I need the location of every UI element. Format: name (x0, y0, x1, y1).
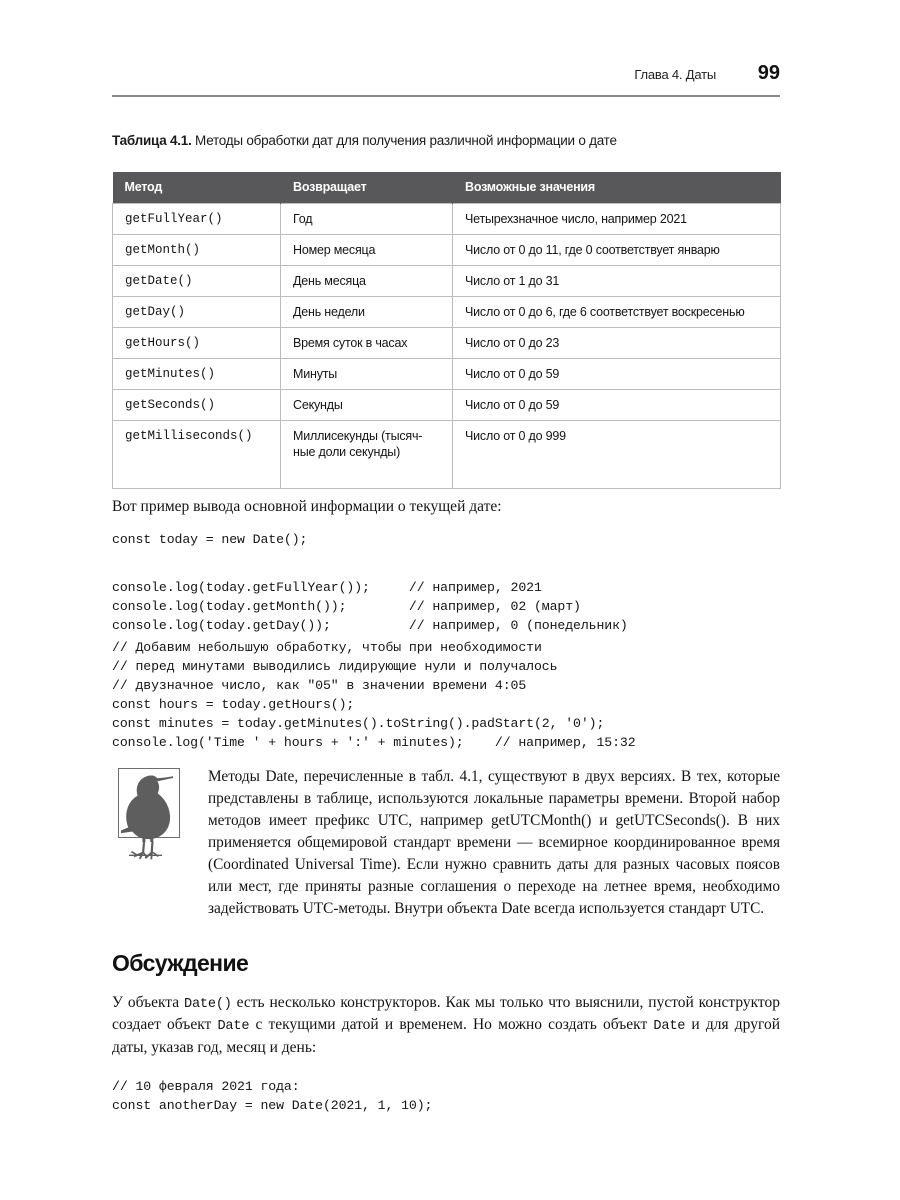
cell-method: getSeconds() (112, 389, 281, 421)
table-row: getSeconds() Секунды Число от 0 до 59 (112, 389, 781, 421)
table-row: getDay() День недели Число от 0 до 6, гд… (112, 296, 781, 328)
cell-returns: Номер месяца (280, 234, 453, 266)
table-header-returns: Возвращает (280, 172, 453, 204)
book-page: Глава 4. Даты 99 Таблица 4.1. Методы обр… (0, 0, 900, 1200)
para-code-3: Date (653, 1019, 686, 1035)
code-block-2: console.log(today.getFullYear()); // нап… (112, 580, 628, 633)
table-row: getHours() Время суток в часах Число от … (112, 327, 781, 359)
table-body: getFullYear() Год Четырехзначное число, … (112, 203, 781, 489)
table-row: getDate() День месяца Число от 1 до 31 (112, 265, 781, 297)
table-row: getFullYear() Год Четырехзначное число, … (112, 203, 781, 235)
cell-method: getDay() (112, 296, 281, 328)
code-block-4: // 10 февраля 2021 года: const anotherDa… (112, 1079, 433, 1113)
cell-method: getMonth() (112, 234, 281, 266)
raven-silhouette-icon (121, 775, 173, 860)
cell-values: Число от 1 до 31 (452, 265, 781, 297)
cell-method: getMinutes() (112, 358, 281, 390)
note-callout: Методы Date, перечисленные в табл. 4.1, … (112, 766, 780, 920)
cell-values: Четырехзначное число, например 2021 (452, 203, 781, 235)
section-paragraph: У объекта Date() есть несколько конструк… (112, 992, 780, 1059)
para-code-1: Date() (184, 997, 232, 1012)
cell-returns: Год (280, 203, 453, 235)
cell-returns: Секунды (280, 389, 453, 421)
table-row: getMilliseconds() Миллисекунды (тысяч- н… (112, 420, 781, 489)
table-header-values: Возможные значения (452, 172, 781, 204)
cell-returns: День месяца (280, 265, 453, 297)
code-block-3: // Добавим небольшую обработку, чтобы пр… (112, 640, 636, 750)
table-head: Метод Возвращает Возможные значения (112, 172, 781, 204)
cell-method: getMilliseconds() (112, 420, 281, 489)
cell-method: getDate() (112, 265, 281, 297)
table-header-method: Метод (112, 172, 281, 204)
cell-values: Число от 0 до 59 (452, 358, 781, 390)
cell-returns: Миллисекунды (тысяч- ные доли секунды) (280, 420, 453, 489)
cell-method: getFullYear() (112, 203, 281, 235)
cell-values: Число от 0 до 23 (452, 327, 781, 359)
para-code-2: Date (217, 1019, 250, 1035)
running-head-chapter: Глава 4. Даты (634, 67, 716, 82)
para-text-3: с текущими датой и временем. Но можно со… (249, 1016, 654, 1034)
code-block-1: const today = new Date(); (112, 532, 308, 547)
note-text: Методы Date, перечисленные в табл. 4.1, … (208, 768, 780, 918)
table-row: getMonth() Номер месяца Число от 0 до 11… (112, 234, 781, 266)
running-head: Глава 4. Даты 99 (112, 62, 780, 85)
cell-returns: Время суток в часах (280, 327, 453, 359)
cell-method: getHours() (112, 327, 281, 359)
cell-values: Число от 0 до 999 (452, 420, 781, 489)
intro-paragraph: Вот пример вывода основной информации о … (112, 498, 502, 515)
table-caption: Таблица 4.1. Методы обработки дат для по… (112, 133, 780, 148)
cell-returns: День недели (280, 296, 453, 328)
table-header-row: Метод Возвращает Возможные значения (112, 172, 781, 204)
table-caption-label: Таблица 4.1. (112, 133, 192, 148)
header-rule (112, 95, 780, 97)
para-text-1: У объекта (112, 994, 185, 1011)
section-heading: Обсуждение (112, 950, 249, 976)
cell-values: Число от 0 до 6, где 6 соответствует вос… (452, 296, 781, 328)
cell-returns: Минуты (280, 358, 453, 390)
table-caption-text: Методы обработки дат для получения разли… (191, 133, 617, 148)
page-number: 99 (757, 62, 780, 84)
cell-values: Число от 0 до 59 (452, 389, 781, 421)
cell-values: Число от 0 до 11, где 0 соответствует ян… (452, 234, 781, 266)
table-row: getMinutes() Минуты Число от 0 до 59 (112, 358, 781, 390)
methods-table: Метод Возвращает Возможные значения getF… (112, 172, 781, 489)
raven-icon (112, 766, 190, 862)
